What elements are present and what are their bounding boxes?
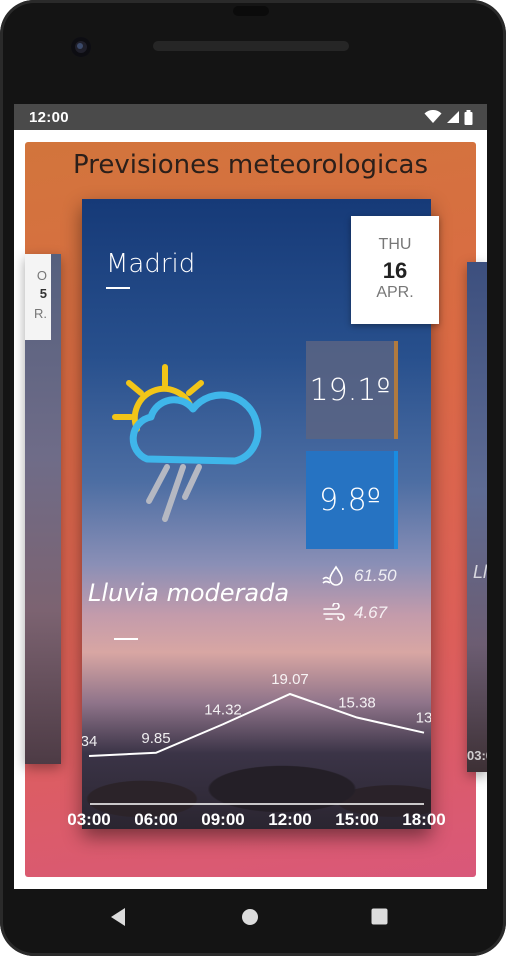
- humidity-row: 61.50: [322, 565, 397, 587]
- phone-frame: 12:00 Previsiones meteorologicas O 5 R. …: [0, 0, 506, 956]
- humidity-icon: [322, 565, 343, 586]
- previous-date-box: O 5 R.: [25, 254, 51, 340]
- weather-condition: Lluvia moderada: [88, 579, 290, 607]
- speaker-grille: [153, 41, 349, 51]
- sun-cloud-rain-icon: [112, 364, 262, 522]
- condition-underline: [114, 638, 138, 640]
- previous-weekday-partial: O: [36, 268, 47, 283]
- app-title: Previsiones meteorologicas: [73, 150, 428, 180]
- battery-icon: [464, 109, 473, 125]
- wifi-icon: [424, 110, 442, 123]
- previous-forecast-card[interactable]: O 5 R.: [25, 254, 61, 764]
- navigation-bar: [0, 889, 506, 945]
- status-bar: 12:00: [14, 104, 487, 130]
- status-icons: [424, 109, 473, 125]
- min-temperature: 9.8º: [306, 451, 398, 549]
- humidity-value: 61.50: [354, 566, 397, 585]
- date-day: 16: [382, 258, 408, 283]
- next-forecast-card[interactable]: Llu 03:00: [467, 262, 487, 772]
- back-icon[interactable]: [109, 907, 127, 927]
- front-camera: [71, 37, 91, 57]
- screen: 12:00 Previsiones meteorologicas O 5 R. …: [14, 104, 487, 889]
- previous-month-partial: R.: [34, 306, 47, 321]
- wind-row: 4.67: [322, 603, 387, 623]
- app-content: Previsiones meteorologicas O 5 R. Llu 03…: [14, 130, 487, 889]
- signal-icon: [447, 111, 459, 123]
- city-name: Madrid: [106, 249, 196, 279]
- earpiece-notch: [233, 6, 269, 16]
- wind-icon: [323, 603, 345, 621]
- home-icon[interactable]: [241, 908, 259, 926]
- wind-value: 4.67: [354, 603, 388, 622]
- max-temperature: 19.1º: [306, 341, 398, 439]
- status-time: 12:00: [29, 109, 69, 126]
- sunset-clouds-background: [82, 729, 431, 829]
- recents-icon[interactable]: [371, 908, 388, 925]
- next-time-partial: 03:00: [467, 748, 487, 763]
- city-underline: [106, 287, 130, 289]
- date-badge: THU 16 APR.: [351, 216, 439, 324]
- date-month: APR.: [376, 284, 414, 301]
- previous-day-partial: 5: [39, 286, 47, 301]
- date-weekday: THU: [378, 236, 412, 253]
- next-condition-partial: Llu: [473, 562, 487, 582]
